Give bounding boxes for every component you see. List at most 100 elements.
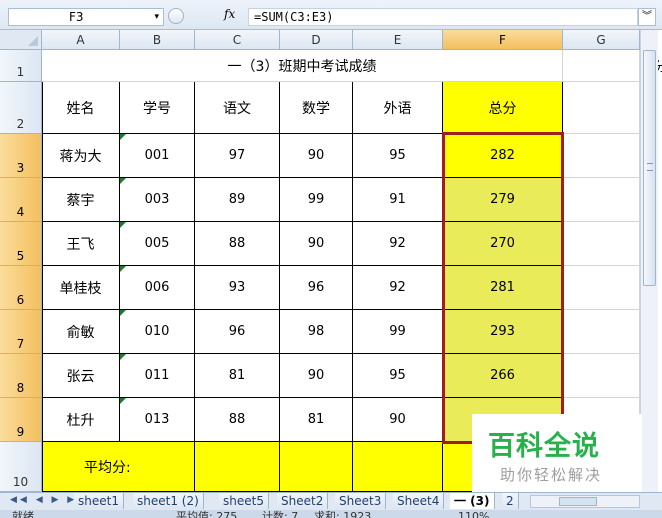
column-header-b[interactable]: B [120,30,195,50]
header-student-id[interactable]: 学号 [120,82,195,134]
column-header-g[interactable]: G [563,30,640,50]
column-header-c[interactable]: C [195,30,280,50]
student-name[interactable]: 蒋为大 [42,134,120,178]
student-id[interactable]: 011 [120,354,195,398]
selection-range [442,132,564,444]
status-bar: 就绪 平均值: 275 计数: 7 求和: 1923 110% [0,510,662,518]
student-id[interactable]: 006 [120,266,195,310]
student-name[interactable]: 单桂枝 [42,266,120,310]
grid-cell[interactable] [563,310,640,354]
sheet-title[interactable]: 一（3）班期中考试成绩 [42,50,563,82]
column-header-d[interactable]: D [280,30,353,50]
score-math[interactable]: 99 [280,178,353,222]
score-english[interactable]: 91 [353,178,443,222]
horizontal-scrollbar[interactable] [530,495,640,508]
score-chinese[interactable]: 81 [195,354,280,398]
grid-cell[interactable] [563,266,640,310]
tab-sheet3[interactable]: Sheet3 [335,493,387,509]
average-label[interactable]: 平均分: [42,442,195,492]
header-name[interactable]: 姓名 [42,82,120,134]
insert-function-icon[interactable]: fx [224,7,235,21]
zoom-level[interactable]: 110% [458,510,489,518]
score-english[interactable]: 99 [353,310,443,354]
score-english[interactable]: 95 [353,134,443,178]
average-english[interactable] [353,442,443,492]
row-header-6[interactable]: 6 [0,266,42,310]
column-header-f[interactable]: F [443,30,563,50]
score-chinese[interactable]: 89 [195,178,280,222]
expand-formula-bar-icon[interactable]: ︾ [638,8,656,26]
grid-cell[interactable] [563,50,640,82]
score-chinese[interactable]: 88 [195,222,280,266]
score-chinese[interactable]: 97 [195,134,280,178]
score-math[interactable]: 96 [280,266,353,310]
score-chinese[interactable]: 96 [195,310,280,354]
scrollbar-thumb[interactable] [559,497,597,506]
student-id[interactable]: 005 [120,222,195,266]
tab-sheet1[interactable]: sheet1 [74,493,124,509]
name-box[interactable]: F3 ▾ [8,8,164,26]
chevron-down-icon[interactable]: ▾ [154,9,159,25]
student-name[interactable]: 王飞 [42,222,120,266]
student-id[interactable]: 010 [120,310,195,354]
tab-sheet5[interactable]: sheet5 [219,493,269,509]
score-english[interactable]: 92 [353,222,443,266]
watermark: 百科全说 助你轻松解决 [472,414,642,492]
score-math[interactable]: 90 [280,222,353,266]
excel-window: F3 ▾ fx =SUM(C3:E3) ︾ A B C D E F G 1 2 … [0,0,662,518]
score-english[interactable]: 95 [353,354,443,398]
grid-cell[interactable] [563,178,640,222]
student-id[interactable]: 013 [120,398,195,442]
tab-class-3[interactable]: 一 (3) [450,493,495,509]
tab-sheet2[interactable]: Sheet2 [277,493,329,509]
score-english[interactable]: 92 [353,266,443,310]
tab-sheet4[interactable]: Sheet4 [393,493,445,509]
row-header-4[interactable]: 4 [0,178,42,222]
header-chinese[interactable]: 语文 [195,82,280,134]
score-chinese[interactable]: 88 [195,398,280,442]
student-name[interactable]: 杜升 [42,398,120,442]
watermark-subtitle: 助你轻松解决 [500,466,603,484]
row-header-8[interactable]: 8 [0,354,42,398]
column-header-e[interactable]: E [353,30,443,50]
student-id[interactable]: 003 [120,178,195,222]
row-header-9[interactable]: 9 [0,398,42,442]
status-average: 平均值: 275 [176,510,238,518]
row-header-7[interactable]: 7 [0,310,42,354]
select-all-button[interactable] [0,30,42,50]
scrollbar-thumb[interactable] [643,50,656,286]
student-id[interactable]: 001 [120,134,195,178]
tab-class-2[interactable]: 2 [502,493,519,509]
grid-cell[interactable] [563,134,640,178]
name-box-value: F3 [69,10,84,24]
table-left-border [42,82,43,494]
status-count: 计数: 7 [262,510,299,518]
score-math[interactable]: 90 [280,134,353,178]
vertical-scrollbar[interactable] [640,30,658,492]
header-english[interactable]: 外语 [353,82,443,134]
header-math[interactable]: 数学 [280,82,353,134]
score-math[interactable]: 90 [280,354,353,398]
student-name[interactable]: 张云 [42,354,120,398]
row-header-3[interactable]: 3 [0,134,42,178]
grid-cell[interactable] [563,222,640,266]
zoom-icon[interactable] [168,8,184,24]
formula-input[interactable]: =SUM(C3:E3) [248,8,638,26]
column-header-a[interactable]: A [42,30,120,50]
tab-sheet1-2[interactable]: sheet1 (2) [133,493,204,509]
grid-cell[interactable] [563,82,640,134]
average-chinese[interactable] [195,442,280,492]
student-name[interactable]: 俞敏 [42,310,120,354]
row-header-10[interactable]: 10 [0,442,42,492]
score-chinese[interactable]: 93 [195,266,280,310]
grid-cell[interactable] [563,354,640,398]
row-header-2[interactable]: 2 [0,82,42,134]
row-header-1[interactable]: 1 [0,50,42,82]
score-math[interactable]: 81 [280,398,353,442]
header-total[interactable]: 总分 [443,82,563,134]
student-name[interactable]: 蔡宇 [42,178,120,222]
score-english[interactable]: 90 [353,398,443,442]
row-header-5[interactable]: 5 [0,222,42,266]
average-math[interactable] [280,442,353,492]
score-math[interactable]: 98 [280,310,353,354]
